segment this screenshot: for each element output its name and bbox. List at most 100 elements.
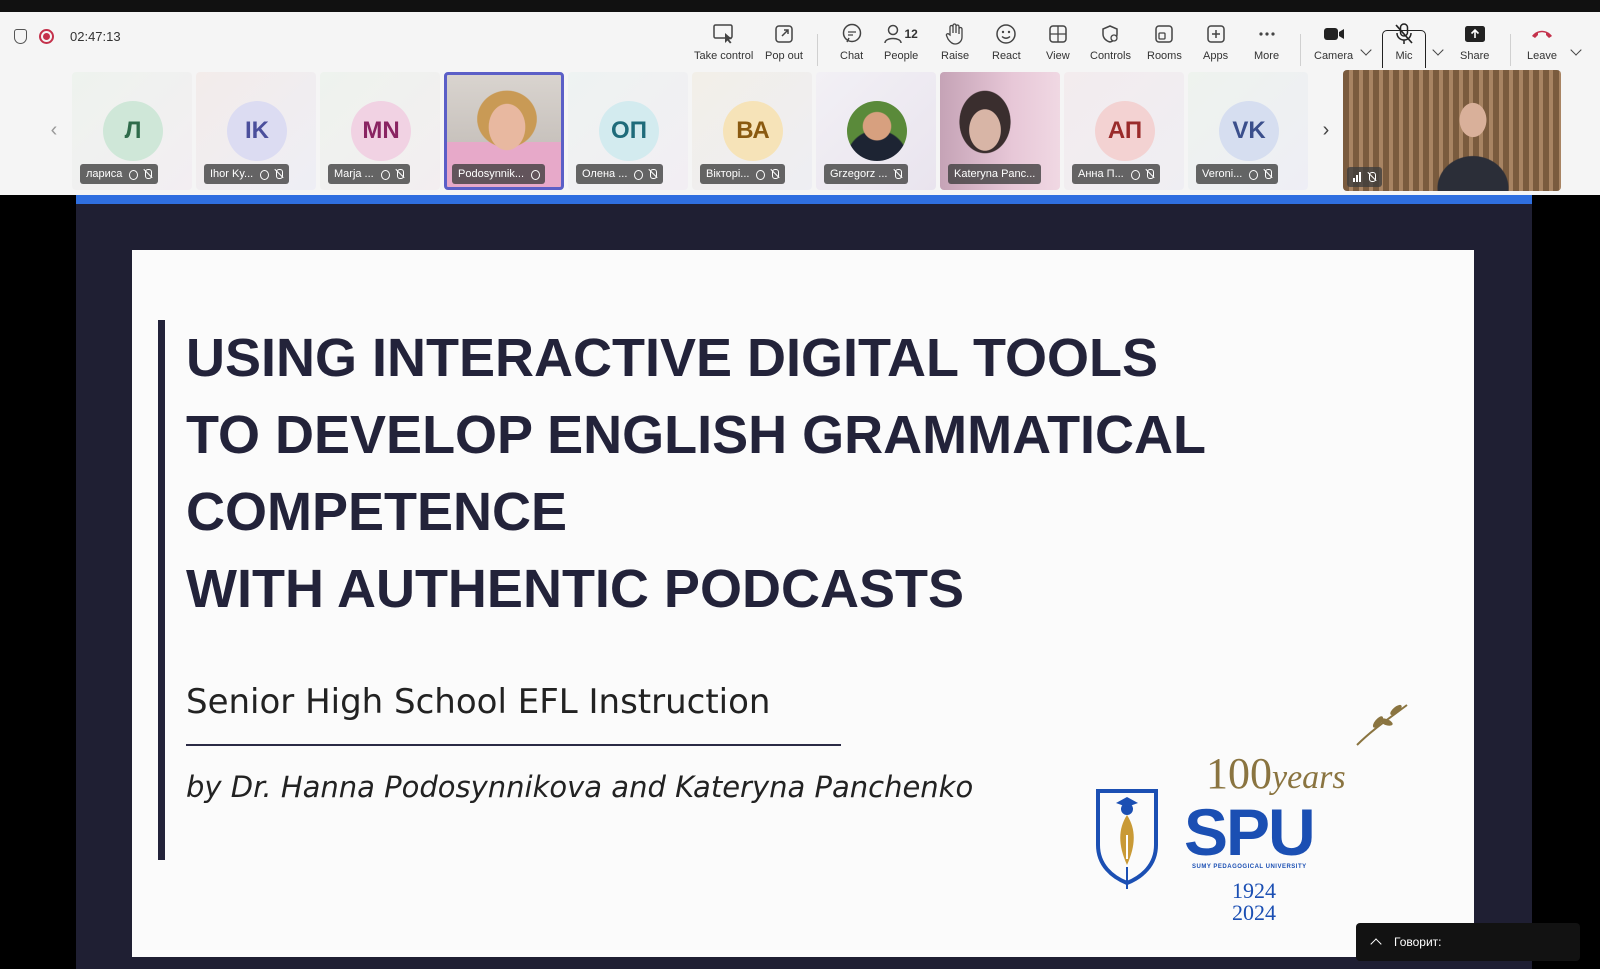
- mic-muted-icon: [1145, 169, 1154, 179]
- presentation-slide: USING INTERACTIVE DIGITAL TOOLS TO DEVEL…: [132, 250, 1474, 957]
- slide-subtitle: Senior High School EFL Instruction: [186, 682, 771, 722]
- meeting-status: 02:47:13: [14, 29, 121, 44]
- controls-button[interactable]: Controls: [1090, 22, 1131, 62]
- presentation-frame: USING INTERACTIVE DIGITAL TOOLS TO DEVEL…: [76, 195, 1532, 969]
- mic-muted-icon: [395, 169, 404, 179]
- leave-label: Leave: [1527, 50, 1557, 62]
- participant-name: Kateryna Panc...: [954, 168, 1036, 180]
- controls-icon: [1100, 22, 1120, 46]
- participant-nameplate: Ihor Ky...: [204, 164, 290, 184]
- view-button[interactable]: View: [1046, 22, 1070, 62]
- participant-name: Veroni...: [1202, 168, 1243, 180]
- camera-icon: [1323, 22, 1345, 46]
- take-control-button[interactable]: Take control: [694, 22, 753, 62]
- participant-nameplate: лариса: [80, 164, 159, 184]
- mic-options-chevron-icon[interactable]: [1432, 44, 1444, 56]
- participant-nameplate: Marja ...: [328, 164, 410, 184]
- chat-button[interactable]: Chat: [840, 22, 863, 62]
- gallery-prev-chevron-icon[interactable]: ‹: [40, 72, 68, 189]
- anniversary-dates: 1924 2024: [1232, 880, 1276, 924]
- leave-options-chevron-icon[interactable]: [1570, 44, 1582, 56]
- hand-icon: [128, 169, 139, 180]
- mic-label: Mic: [1395, 50, 1413, 62]
- participant-tile[interactable]: Л лариса: [72, 72, 192, 190]
- participant-nameplate: Олена ...: [576, 164, 664, 184]
- view-label: View: [1046, 50, 1070, 62]
- pop-out-label: Pop out: [765, 50, 803, 62]
- apps-button[interactable]: Apps: [1203, 22, 1228, 62]
- take-control-label: Take control: [694, 50, 754, 62]
- avatar: ОП: [599, 101, 659, 161]
- speaking-label: Говорит:: [1394, 935, 1442, 949]
- mic-muted-icon: [274, 169, 284, 179]
- shield-icon: [14, 29, 27, 44]
- participant-nameplate: Kateryna Panc...: [948, 164, 1042, 184]
- mic-button[interactable]: Mic: [1394, 22, 1414, 62]
- presentation-top-bar: [76, 195, 1532, 204]
- react-label: React: [992, 50, 1021, 62]
- mic-muted-icon: [648, 169, 658, 179]
- participant-tile[interactable]: Grzegorz ...: [816, 72, 936, 190]
- camera-options-chevron-icon[interactable]: [1360, 44, 1372, 56]
- mic-muted-icon: [893, 169, 903, 179]
- people-button[interactable]: 12 People: [884, 22, 918, 62]
- meeting-timer: 02:47:13: [70, 29, 121, 44]
- avatar: Л: [103, 101, 163, 161]
- self-nameplate: [1347, 167, 1382, 187]
- hand-icon: [755, 169, 766, 180]
- participant-tile[interactable]: ВА Вікторі...: [692, 72, 812, 190]
- apps-label: Apps: [1203, 50, 1229, 62]
- slide-title-line: COMPETENCE: [186, 482, 568, 542]
- slide-byline: by Dr. Hanna Podosynnikova and Kateryna …: [186, 770, 974, 804]
- mic-muted-icon: [1394, 22, 1414, 46]
- participant-name: Podosynnik...: [458, 168, 525, 180]
- react-button[interactable]: React: [992, 22, 1021, 62]
- centenary-years-word: years: [1272, 759, 1346, 796]
- participant-tile[interactable]: АП Анна П...: [1064, 72, 1184, 190]
- apps-icon: [1206, 22, 1226, 46]
- participant-tile[interactable]: MN Marja ...: [320, 72, 440, 190]
- toolbar-divider: [1300, 34, 1301, 66]
- avatar: АП: [1095, 101, 1155, 161]
- participant-name: лариса: [86, 168, 123, 180]
- signal-bars-icon: [1353, 172, 1361, 182]
- hand-icon: [1130, 169, 1140, 180]
- avatar: VK: [1219, 101, 1279, 161]
- gallery-next-chevron-icon[interactable]: ›: [1312, 72, 1340, 189]
- centenary-number: 100: [1206, 749, 1272, 798]
- participant-tile[interactable]: VK Veroni...: [1188, 72, 1308, 190]
- raise-hand-icon: [945, 22, 965, 46]
- pop-out-button[interactable]: Pop out: [765, 22, 803, 62]
- more-button[interactable]: More: [1254, 22, 1279, 62]
- avatar: MN: [351, 101, 411, 161]
- leave-button[interactable]: Leave: [1527, 22, 1557, 62]
- speaking-indicator[interactable]: Говорит:: [1356, 923, 1580, 961]
- university-name: SUMY PEDAGOGICAL UNIVERSITY: [1192, 864, 1307, 870]
- avatar: IK: [227, 101, 287, 161]
- share-button[interactable]: Share: [1460, 22, 1489, 62]
- hand-icon: [259, 169, 270, 180]
- camera-button[interactable]: Camera: [1314, 22, 1353, 62]
- hang-up-icon: [1530, 22, 1554, 46]
- hand-icon: [530, 169, 541, 180]
- participant-tile-active-speaker[interactable]: Podosynnik...: [444, 72, 564, 190]
- laurel-branch-icon: [1356, 704, 1408, 746]
- participant-name: Marja ...: [334, 168, 374, 180]
- rooms-button[interactable]: Rooms: [1147, 22, 1182, 62]
- chat-label: Chat: [840, 50, 864, 62]
- recording-icon: [39, 29, 54, 44]
- participant-tile[interactable]: ОП Олена ...: [568, 72, 688, 190]
- self-video-tile[interactable]: [1343, 70, 1561, 191]
- participant-tile[interactable]: IK Ihor Ky...: [196, 72, 316, 190]
- participant-tile[interactable]: Kateryna Panc...: [940, 72, 1060, 190]
- raise-hand-button[interactable]: Raise: [941, 22, 969, 62]
- chevron-up-icon: [1370, 938, 1382, 950]
- participant-nameplate: Анна П...: [1072, 164, 1160, 184]
- hand-icon: [1248, 169, 1259, 180]
- participant-name: Ihor Ky...: [210, 168, 254, 180]
- participant-name: Олена ...: [582, 168, 628, 180]
- centenary-text: 100years: [1206, 748, 1346, 799]
- people-count: 12: [904, 27, 918, 41]
- participant-name: Анна П...: [1078, 168, 1124, 180]
- people-label: People: [884, 50, 919, 62]
